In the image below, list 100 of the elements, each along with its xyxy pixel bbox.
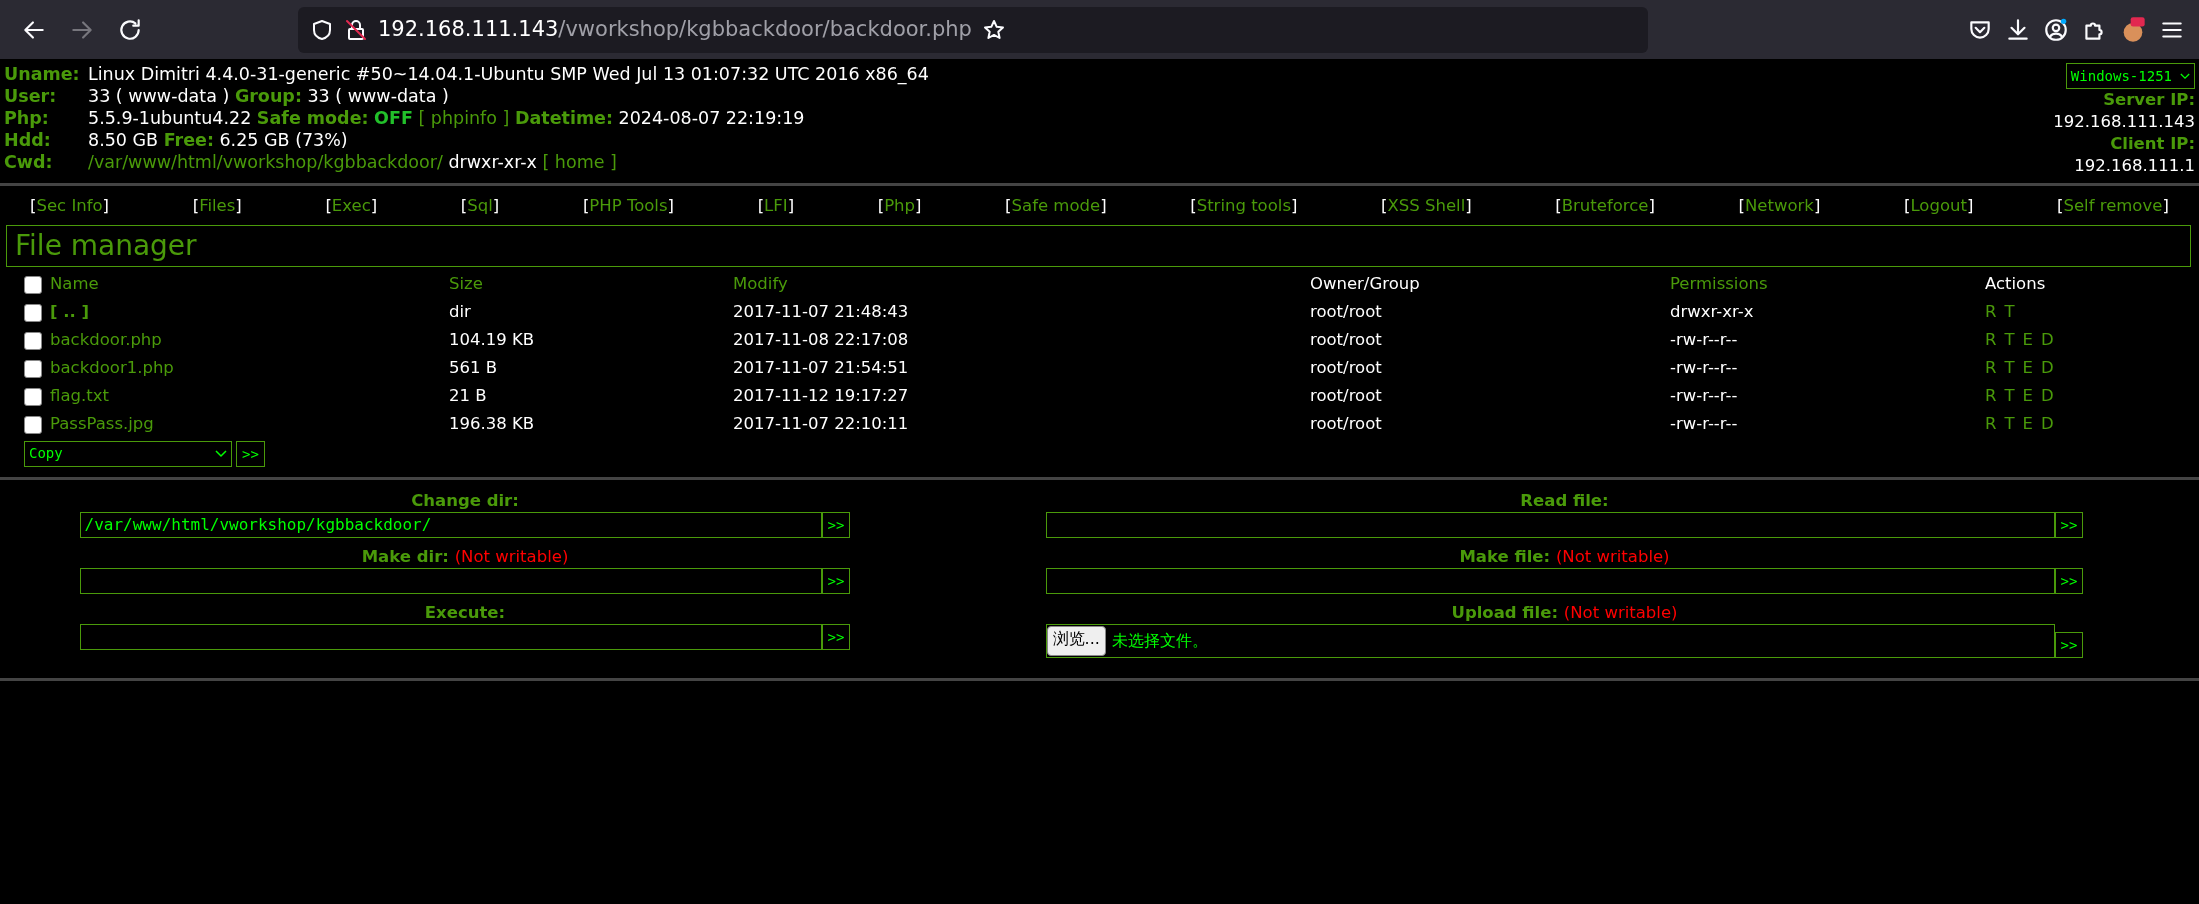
nav-item[interactable]: [PHP Tools]	[582, 194, 674, 219]
action-link[interactable]: E	[2022, 356, 2033, 382]
account-icon[interactable]	[2043, 16, 2069, 43]
server-ip: 192.168.111.143	[2053, 111, 2195, 133]
client-ip-label: Client IP:	[2109, 133, 2195, 155]
row-checkbox[interactable]	[24, 303, 42, 322]
file-status: 未选择文件。	[1111, 629, 1208, 652]
action-link[interactable]: D	[2041, 384, 2054, 410]
action-link[interactable]: D	[2041, 412, 2054, 438]
action-link[interactable]: R	[1985, 412, 1997, 438]
info-value: 5.5.9-1ubuntu4.22	[88, 108, 252, 128]
info-label: Hdd:	[4, 129, 52, 151]
permissions: -rw-r--r--	[1670, 385, 1738, 408]
permissions: -rw-r--r--	[1670, 329, 1738, 352]
text-field[interactable]	[1045, 567, 2055, 594]
permissions: drwxr-xr-x	[1670, 301, 1754, 324]
action-link[interactable]: T	[2004, 412, 2015, 438]
info-value: drwxr-xr-x	[448, 152, 537, 172]
bulk-action-select[interactable]: Copy	[24, 440, 232, 467]
submit-button[interactable]: >>	[2054, 511, 2084, 538]
action-link[interactable]: E	[2022, 328, 2033, 354]
file-name-link[interactable]: [ .. ]	[50, 300, 90, 326]
row-checkbox[interactable]	[24, 415, 42, 434]
form-label: Read file:	[1520, 490, 1609, 510]
column-header[interactable]: Size	[449, 272, 483, 298]
nav-item[interactable]: [Files]	[192, 194, 242, 219]
nav-item[interactable]: [Sec Info]	[30, 194, 110, 219]
action-link[interactable]: T	[2004, 356, 2015, 382]
browse-button[interactable]: 浏览...	[1046, 625, 1106, 656]
caret-icon	[2180, 72, 2190, 80]
modified-date: 2017-11-07 21:54:51	[733, 357, 909, 380]
text-field[interactable]	[1045, 511, 2055, 538]
column-header[interactable]: Name	[50, 272, 99, 298]
info-label: Php:	[4, 107, 50, 129]
modified-date: 2017-11-07 22:10:11	[733, 413, 909, 436]
file-size: dir	[449, 301, 471, 324]
nav-item[interactable]: [Logout]	[1904, 194, 1974, 219]
owner-group: root/root	[1310, 356, 1382, 382]
info-label: Cwd:	[4, 151, 54, 173]
warning-text: (Not writable)	[1563, 602, 1678, 622]
nav-item[interactable]: [Php]	[877, 194, 922, 219]
download-icon[interactable]	[2005, 16, 2031, 43]
action-link[interactable]: T	[2004, 384, 2015, 410]
submit-button[interactable]: >>	[236, 440, 265, 467]
nav-item[interactable]: [Sql]	[460, 194, 500, 219]
submit-button[interactable]: >>	[821, 511, 851, 538]
submit-button[interactable]: >>	[821, 623, 851, 650]
action-link[interactable]: E	[2022, 384, 2033, 410]
lock-slash-icon	[344, 17, 368, 42]
nav-item[interactable]: [XSS Shell]	[1381, 194, 1472, 219]
row-checkbox[interactable]	[24, 359, 42, 378]
nav-item[interactable]: [LFI]	[757, 194, 795, 219]
nav-item[interactable]: [String tools]	[1190, 194, 1298, 219]
nav-item[interactable]: [Exec]	[325, 194, 378, 219]
file-name-link[interactable]: backdoor1.php	[50, 356, 174, 382]
action-link[interactable]: R	[1985, 384, 1997, 410]
permissions: -rw-r--r--	[1670, 357, 1738, 380]
file-name-link[interactable]: backdoor.php	[50, 328, 162, 354]
nav-item[interactable]: [Safe mode]	[1005, 194, 1107, 219]
submit-button[interactable]: >>	[2054, 631, 2084, 658]
column-header[interactable]: Permissions	[1670, 272, 1768, 298]
info-link[interactable]: [ home ]	[542, 152, 617, 172]
row-checkbox[interactable]	[24, 387, 42, 406]
select-all-checkbox[interactable]	[24, 275, 42, 294]
nav-item[interactable]: [Bruteforce]	[1555, 194, 1655, 219]
file-input[interactable]: 浏览... 未选择文件。	[1045, 623, 2055, 658]
action-link[interactable]: R	[1985, 328, 1997, 354]
action-link[interactable]: T	[2004, 328, 2015, 354]
nav-item[interactable]: [Self remove]	[2057, 194, 2169, 219]
action-link[interactable]: D	[2041, 356, 2054, 382]
action-link[interactable]: T	[2004, 300, 2015, 326]
action-link[interactable]: E	[2022, 412, 2033, 438]
action-link[interactable]: D	[2041, 328, 2054, 354]
owner-group: root/root	[1310, 300, 1382, 326]
star-icon[interactable]	[981, 17, 1006, 42]
file-size: 196.38 KB	[449, 413, 535, 436]
form-label: Change dir:	[411, 490, 519, 510]
text-field[interactable]: /var/www/html/vworkshop/kgbbackdoor/	[79, 511, 822, 538]
action-link[interactable]: R	[1985, 300, 1997, 326]
text-field[interactable]	[79, 623, 822, 650]
nav-item[interactable]: [Network]	[1738, 194, 1821, 219]
row-checkbox[interactable]	[24, 331, 42, 350]
owner-group: root/root	[1310, 328, 1382, 354]
section-title: File manager	[6, 224, 2191, 267]
text-field[interactable]	[79, 567, 822, 594]
action-link[interactable]: R	[1985, 356, 1997, 382]
info-label: Uname:	[4, 63, 81, 85]
modified-date: 2017-11-08 22:17:08	[733, 329, 909, 352]
file-name-link[interactable]: PassPass.jpg	[50, 412, 154, 438]
submit-button[interactable]: >>	[2054, 567, 2084, 594]
submit-button[interactable]: >>	[821, 567, 851, 594]
warning-text: (Not writable)	[1555, 546, 1670, 566]
file-size: 561 B	[449, 357, 498, 380]
column-header[interactable]: Modify	[733, 272, 788, 298]
file-size: 104.19 KB	[449, 329, 535, 352]
reload-icon[interactable]	[117, 16, 143, 43]
charset-select[interactable]: Windows-1251	[2065, 63, 2195, 89]
file-name-link[interactable]: flag.txt	[50, 384, 109, 410]
info-link[interactable]: /var/www/html/vworkshop/kgbbackdoor/	[88, 152, 443, 172]
info-link[interactable]: [ phpinfo ]	[418, 108, 510, 128]
